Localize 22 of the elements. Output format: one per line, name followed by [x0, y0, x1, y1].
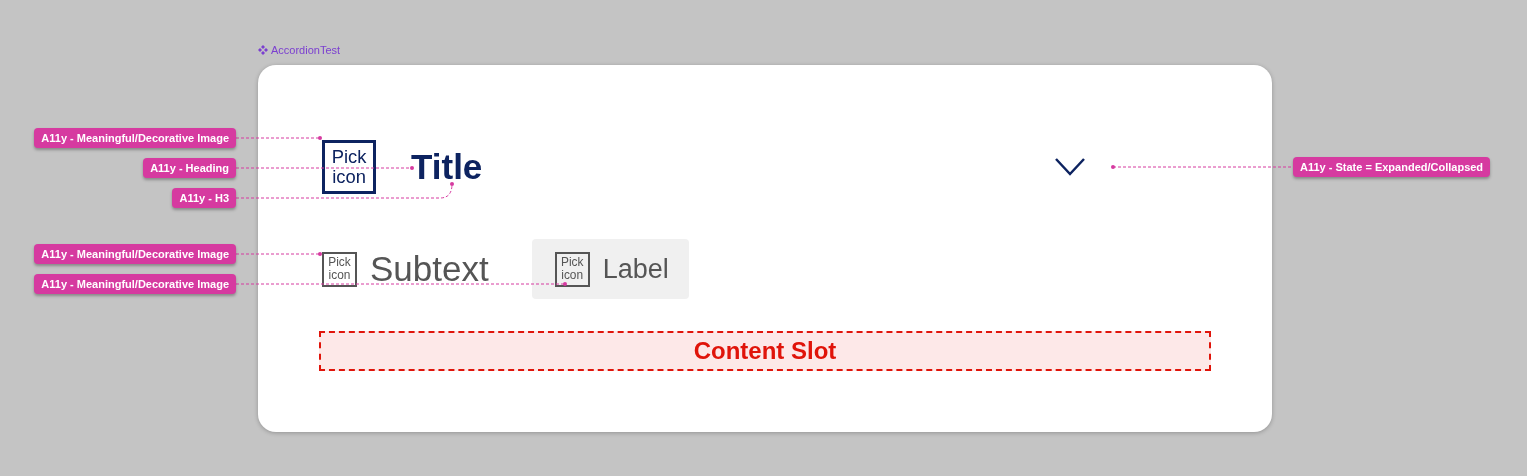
subtext: Subtext [370, 249, 489, 289]
chip-label: Label [602, 253, 669, 285]
content-slot: Content Slot [319, 331, 1211, 371]
chevron-icon[interactable] [1054, 157, 1086, 177]
placeholder-text: Pick [560, 255, 584, 269]
component-icon [258, 45, 268, 55]
placeholder-text: Pick [328, 255, 351, 269]
accordion-title: Title [411, 147, 483, 187]
placeholder-text: icon [332, 167, 366, 188]
annotation-tag: A11y - Meaningful/Decorative Image [34, 244, 236, 264]
annotation-tag: A11y - State = Expanded/Collapsed [1293, 157, 1491, 177]
annotation-tag: A11y - Heading [143, 158, 236, 178]
annotation-tag: A11y - Meaningful/Decorative Image [34, 274, 236, 294]
placeholder-frame [322, 251, 357, 287]
annotation-tag: A11y - H3 [172, 188, 236, 208]
placeholder-text: icon [561, 269, 584, 283]
placeholder-text: icon [328, 269, 351, 283]
placeholder-text: Pick [331, 146, 367, 167]
placeholder-frame [554, 251, 590, 287]
frame-name: AccordionTest [271, 44, 341, 56]
annotation-tag: A11y - Meaningful/Decorative Image [34, 128, 236, 148]
placeholder-frame [322, 140, 376, 194]
